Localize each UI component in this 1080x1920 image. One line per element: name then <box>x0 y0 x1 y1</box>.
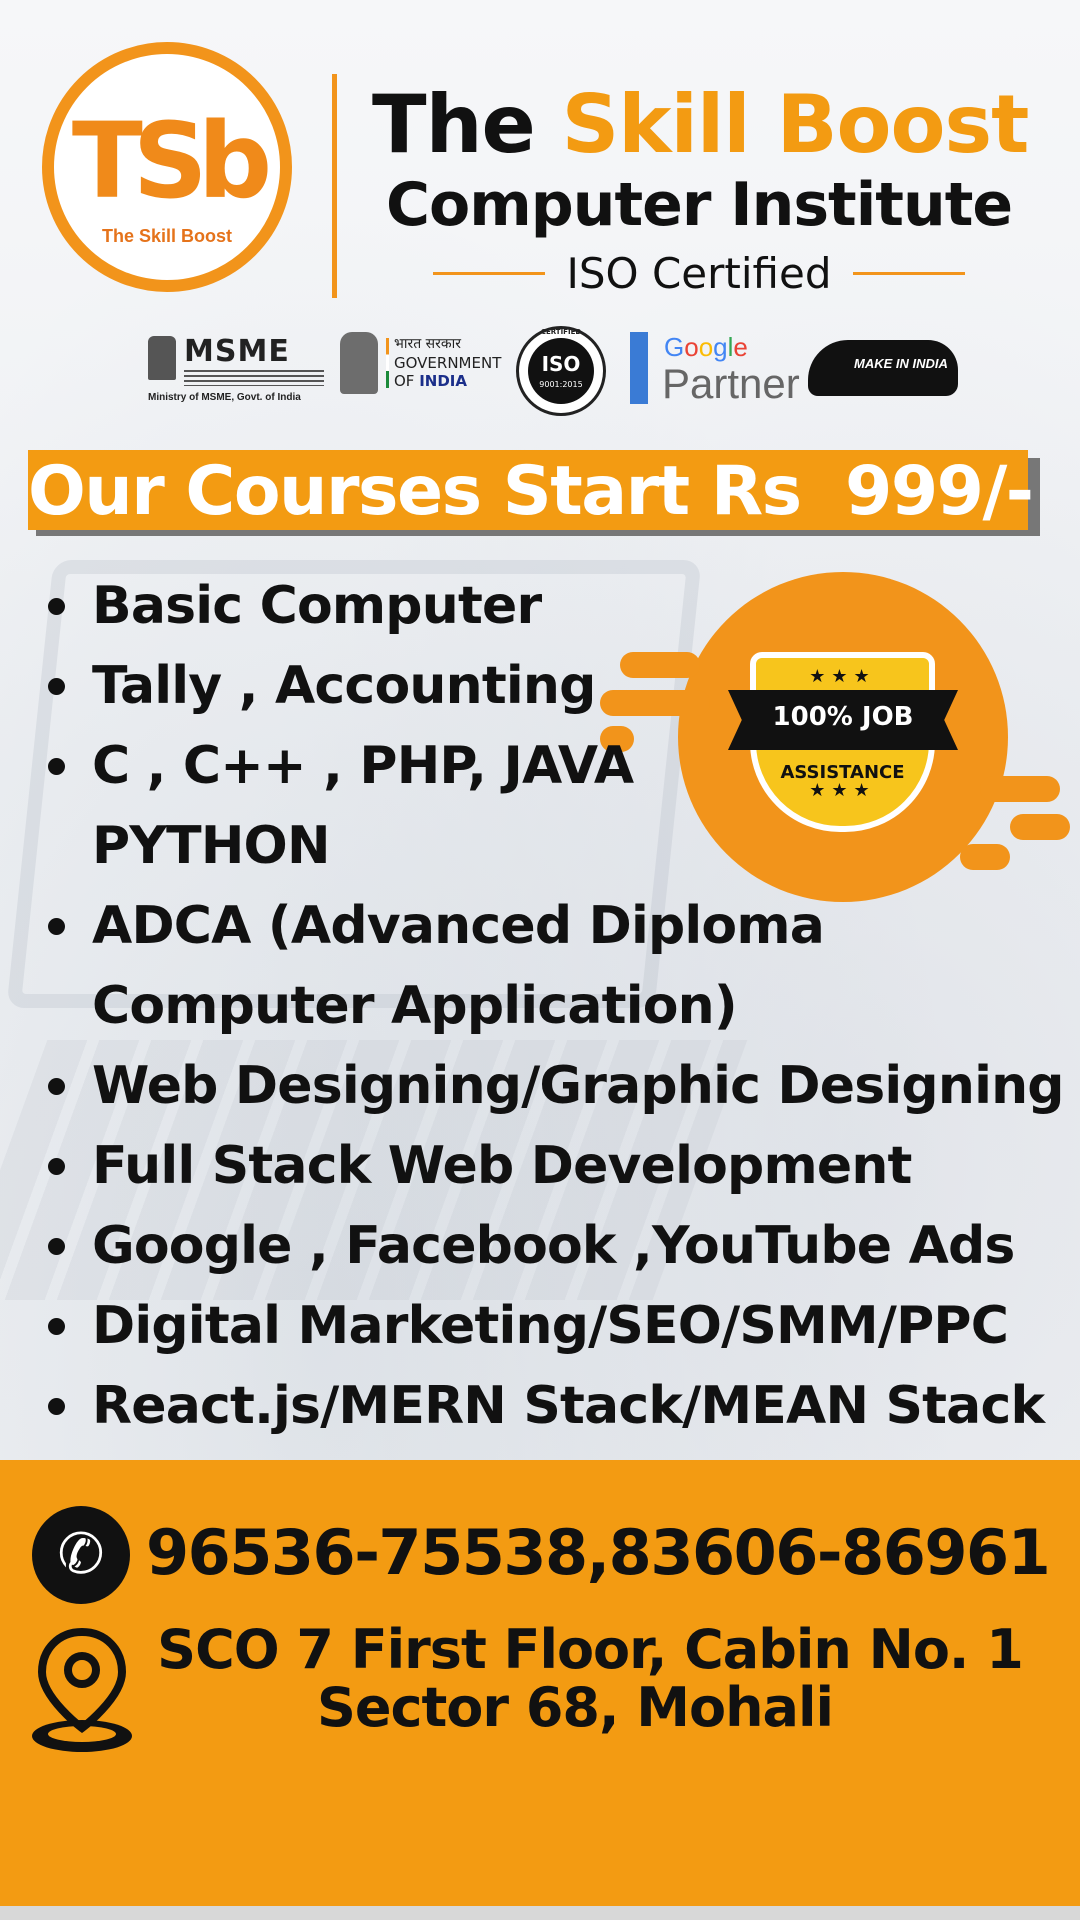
gov-line1: GOVERNMENT <box>394 354 502 372</box>
institute-subtitle: Computer Institute <box>386 170 1013 240</box>
course-name: C , C++ , PHP, JAVA <box>92 736 634 796</box>
google-partner-bar <box>630 332 648 404</box>
google-partner-logo: Google Partner <box>630 326 800 426</box>
poster: TSb The Skill Boost The Skill Boost Comp… <box>0 0 1080 1920</box>
course-item: Web Designing/Graphic Designing <box>40 1046 1070 1126</box>
bullet-icon <box>48 1238 65 1255</box>
msme-word: MSME <box>184 334 290 369</box>
course-item: C , C++ , PHP, JAVA PYTHON <box>40 726 1070 886</box>
google-word: Google <box>664 332 748 363</box>
course-name: Basic Computer <box>92 576 542 636</box>
gov-hindi-text: भारत सरकार <box>394 336 461 352</box>
bullet-icon <box>48 918 65 935</box>
google-letter: e <box>733 332 748 362</box>
bullet-icon <box>48 1318 65 1335</box>
course-item: Tally , Accounting <box>40 646 1070 726</box>
course-name: Web Designing/Graphic Designing <box>92 1056 1065 1116</box>
iso-standard: 9001:2015 <box>539 380 583 389</box>
national-emblem-icon <box>148 336 176 380</box>
phone-icon: ✆ <box>32 1506 130 1604</box>
course-item: Digital Marketing/SEO/SMM/PPC <box>40 1286 1070 1366</box>
national-emblem-icon <box>340 332 378 394</box>
gov-line2-prefix: OF <box>394 372 420 390</box>
logo-caption: The Skill Boost <box>101 226 233 246</box>
iso-line-left <box>432 271 545 275</box>
bullet-icon <box>48 758 65 775</box>
course-name-continued: Computer Application) <box>92 976 738 1036</box>
partner-badges: MSME Ministry of MSME, Govt. of India भा… <box>140 326 970 426</box>
iso-certified-text: ISO Certified <box>566 248 832 298</box>
course-name: Google , Facebook ,YouTube Ads <box>92 1216 1015 1276</box>
course-item: React.js/MERN Stack/MEAN Stack <box>40 1366 1070 1446</box>
tricolor-bar <box>386 338 389 388</box>
government-of-india-logo: भारत सरकार GOVERNMENT OF INDIA <box>340 326 505 426</box>
location-pin-icon <box>32 1627 132 1752</box>
gov-line2: OF INDIA <box>394 372 467 390</box>
iso-9001-seal: CERTIFIED ISO 9001:2015 <box>516 326 606 416</box>
msme-logo: MSME Ministry of MSME, Govt. of India <box>148 326 324 426</box>
make-in-india-text: MAKE IN INDIA <box>854 356 948 371</box>
google-letter: G <box>664 332 685 362</box>
iso-ring-text: CERTIFIED <box>540 328 582 336</box>
price-banner: Our Courses Start Rs 999/- <box>28 450 1034 531</box>
price-banner-text: Our Courses Start Rs 999/- <box>28 452 1034 531</box>
course-name-continued: PYTHON <box>92 816 330 876</box>
google-letter: o <box>684 332 699 362</box>
msme-fineprint <box>184 370 324 386</box>
partner-word: Partner <box>662 360 800 407</box>
make-in-india-logo: MAKE IN INDIA <box>808 326 968 426</box>
address-line-1: SCO 7 First Floor, Cabin No. 1 <box>157 1618 1024 1681</box>
course-name: ADCA (Advanced Diploma <box>92 896 825 956</box>
course-item: Basic Computer <box>40 566 1070 646</box>
bullet-icon <box>48 678 65 695</box>
gov-line2-india: INDIA <box>419 372 467 390</box>
title-the: The <box>372 78 536 171</box>
course-name: Full Stack Web Development <box>92 1136 912 1196</box>
institute-logo: TSb The Skill Boost <box>42 42 292 292</box>
course-item: Google , Facebook ,YouTube Ads <box>40 1206 1070 1286</box>
institute-title: The Skill Boost <box>372 78 1052 171</box>
course-item: Full Stack Web Development <box>40 1126 1070 1206</box>
google-letter: o <box>698 332 714 362</box>
bullet-icon <box>48 1078 65 1095</box>
msme-caption: Ministry of MSME, Govt. of India <box>148 392 301 403</box>
title-brand: Skill Boost <box>561 78 1030 171</box>
course-name: Tally , Accounting <box>92 656 596 716</box>
iso-line-right <box>853 271 966 275</box>
address-line-2: Sector 68, Mohali <box>316 1676 834 1739</box>
iso-certified-row: ISO Certified <box>424 248 974 298</box>
bullet-icon <box>48 1398 65 1415</box>
course-list: Basic Computer Tally , Accounting C , C+… <box>40 566 1070 1446</box>
course-item: ADCA (Advanced Diploma Computer Applicati… <box>40 886 1070 1046</box>
google-letter: g <box>713 332 728 362</box>
iso-seal-inner: ISO 9001:2015 <box>528 338 594 404</box>
bullet-icon <box>48 1158 65 1175</box>
phone-glyph: ✆ <box>57 1522 105 1587</box>
footer-bottom-strip <box>0 1906 1080 1920</box>
iso-label: ISO <box>541 352 581 376</box>
course-name: React.js/MERN Stack/MEAN Stack <box>92 1376 1045 1436</box>
logo-letters: TSb <box>71 100 272 222</box>
header-divider <box>332 74 337 298</box>
bullet-icon <box>48 598 65 615</box>
course-name: Digital Marketing/SEO/SMM/PPC <box>92 1296 1009 1356</box>
phone-numbers[interactable]: 96536-75538,83606-86961 <box>146 1516 1066 1589</box>
